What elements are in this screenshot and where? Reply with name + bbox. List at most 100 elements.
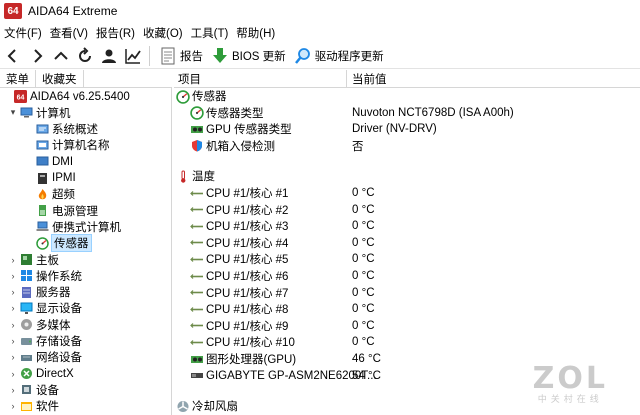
expand-icon[interactable]: ›: [8, 287, 18, 297]
column-header-item[interactable]: 项目: [178, 71, 201, 87]
tree-item[interactable]: 超频: [34, 186, 75, 203]
expand-icon[interactable]: ›: [8, 369, 18, 379]
group-header-row[interactable]: 温度: [174, 168, 640, 184]
magnifier-icon: [294, 47, 310, 64]
sensor-row[interactable]: CPU #1/核心 #6 0 °C: [174, 268, 640, 284]
driver-update-button[interactable]: 驱动程序更新: [290, 45, 388, 67]
list-header: 项目 当前值: [174, 70, 640, 88]
sensor-row[interactable]: CPU #1/核心 #3 0 °C: [174, 218, 640, 234]
column-header-value[interactable]: 当前值: [352, 71, 387, 87]
tree-item-label: 多媒体: [36, 319, 71, 332]
tree-item[interactable]: 64 AIDA64 v6.25.5400: [2, 88, 130, 105]
tab-favorites[interactable]: 收藏夹: [36, 70, 84, 87]
sensor-row[interactable]: CPU #1/核心 #1 0 °C: [174, 185, 640, 201]
menu-favorites[interactable]: 收藏(O): [139, 25, 187, 41]
laptop-icon: [36, 220, 49, 233]
report-icon: [161, 47, 175, 64]
tree-item[interactable]: › 设备: [8, 381, 60, 398]
menu-report[interactable]: 报告(R): [92, 25, 139, 41]
tree-item[interactable]: › 主板: [8, 251, 59, 268]
tree-item[interactable]: › 服务器: [8, 284, 71, 301]
collapse-icon[interactable]: ▾: [8, 107, 18, 118]
sensor-value: 否: [352, 140, 364, 153]
up-button[interactable]: [50, 45, 72, 67]
sensor-row[interactable]: CPU #1/核心 #2 0 °C: [174, 202, 640, 218]
sensor-row[interactable]: GPU 传感器类型 Driver (NV-DRV): [174, 121, 640, 137]
sensor-row[interactable]: 传感器类型 Nuvoton NCT6798D (ISA A00h): [174, 105, 640, 121]
tree-item[interactable]: 传感器: [34, 234, 92, 253]
sensor-value: 0 °C: [352, 187, 375, 199]
tree-item-label: 设备: [36, 384, 59, 397]
menu-tools[interactable]: 工具(T): [187, 25, 233, 41]
tree-item[interactable]: › 存储设备: [8, 333, 83, 350]
watermark-text: 中关村在线: [537, 394, 603, 404]
menu-view[interactable]: 查看(V): [46, 25, 92, 41]
report-label: 报告: [180, 50, 203, 63]
sensor-row[interactable]: 机箱入侵检测 否: [174, 138, 640, 154]
sensor-label: GPU 传感器类型: [206, 124, 292, 137]
sensor-label: CPU #1/核心 #4: [206, 237, 289, 250]
sensor-value: 0 °C: [352, 270, 375, 282]
tree-item-label: 超频: [52, 189, 75, 202]
expand-icon[interactable]: ›: [8, 336, 18, 346]
tree-item[interactable]: IPMI: [34, 170, 76, 187]
forward-icon: [34, 48, 43, 63]
sensor-row[interactable]: CPU #1/核心 #7 0 °C: [174, 285, 640, 301]
sensor-gauge-icon: [36, 236, 49, 250]
expand-icon[interactable]: ›: [8, 385, 18, 395]
tree-item-label: 计算机: [36, 107, 71, 120]
tree-item[interactable]: ▾ 计算机: [8, 104, 71, 121]
report-button[interactable]: 报告: [155, 45, 207, 67]
tree-item[interactable]: › 操作系统: [8, 267, 82, 284]
forward-button[interactable]: [26, 45, 48, 67]
tree-item[interactable]: › 软件: [8, 398, 60, 415]
sensor-row[interactable]: CPU #1/核心 #8 0 °C: [174, 301, 640, 317]
tree-item[interactable]: 系统概述: [34, 121, 98, 138]
tab-menu[interactable]: 菜单: [0, 70, 36, 87]
menu-help[interactable]: 帮助(H): [232, 25, 279, 41]
tree-item[interactable]: › 多媒体: [8, 316, 71, 333]
column-divider[interactable]: [346, 70, 347, 88]
expand-icon[interactable]: ›: [8, 271, 18, 281]
menu-file[interactable]: 文件(F): [0, 25, 46, 41]
sensor-row[interactable]: CPU #1/核心 #9 0 °C: [174, 318, 640, 334]
group-header-row[interactable]: 传感器: [174, 88, 640, 104]
sensor-value: 0 °C: [352, 336, 375, 349]
tree-item[interactable]: 计算机名称: [34, 137, 110, 154]
storage-icon: [20, 335, 33, 348]
user-button[interactable]: [98, 45, 120, 67]
tree-item-label: 软件: [36, 401, 59, 414]
cpu-core-icon: [190, 236, 204, 249]
expand-icon[interactable]: ›: [8, 303, 18, 313]
expand-icon[interactable]: ›: [8, 320, 18, 330]
sensor-label: 传感器类型: [206, 107, 264, 120]
expand-icon[interactable]: ›: [8, 352, 18, 362]
sensor-row[interactable]: CPU #1/核心 #4 0 °C: [174, 235, 640, 251]
sensor-row[interactable]: CPU #1/核心 #10 0 °C: [174, 334, 640, 350]
sensor-row[interactable]: CPU #1/核心 #5 0 °C: [174, 251, 640, 267]
tree-item-label: 电源管理: [52, 205, 98, 218]
refresh-button[interactable]: [74, 45, 96, 67]
back-button[interactable]: [2, 45, 24, 67]
sensor-value: 46 °C: [352, 353, 381, 365]
display-icon: [20, 302, 33, 315]
tree-item[interactable]: 便携式计算机: [34, 218, 121, 235]
network-icon: [20, 351, 33, 364]
tree-item[interactable]: DMI: [34, 153, 73, 170]
multimedia-icon: [20, 318, 33, 331]
tree-item[interactable]: › 网络设备: [8, 349, 83, 366]
aida-logo-icon: 64: [14, 90, 27, 103]
tree-item[interactable]: › DirectX: [8, 365, 74, 382]
dmi-icon: [36, 155, 49, 168]
expand-icon[interactable]: ›: [8, 255, 18, 265]
bios-update-button[interactable]: BIOS 更新: [207, 45, 290, 67]
expand-icon[interactable]: ›: [8, 401, 18, 411]
tree-item[interactable]: › 显示设备: [8, 300, 82, 317]
sensor-label: CPU #1/核心 #7: [206, 287, 289, 300]
ipmi-icon: [36, 172, 49, 185]
cpu-core-icon: [190, 220, 204, 233]
cpu-core-icon: [190, 336, 204, 349]
tree-item[interactable]: 电源管理: [34, 202, 98, 219]
chart-button[interactable]: [122, 45, 144, 67]
tree-item-label: AIDA64 v6.25.5400: [30, 90, 130, 103]
